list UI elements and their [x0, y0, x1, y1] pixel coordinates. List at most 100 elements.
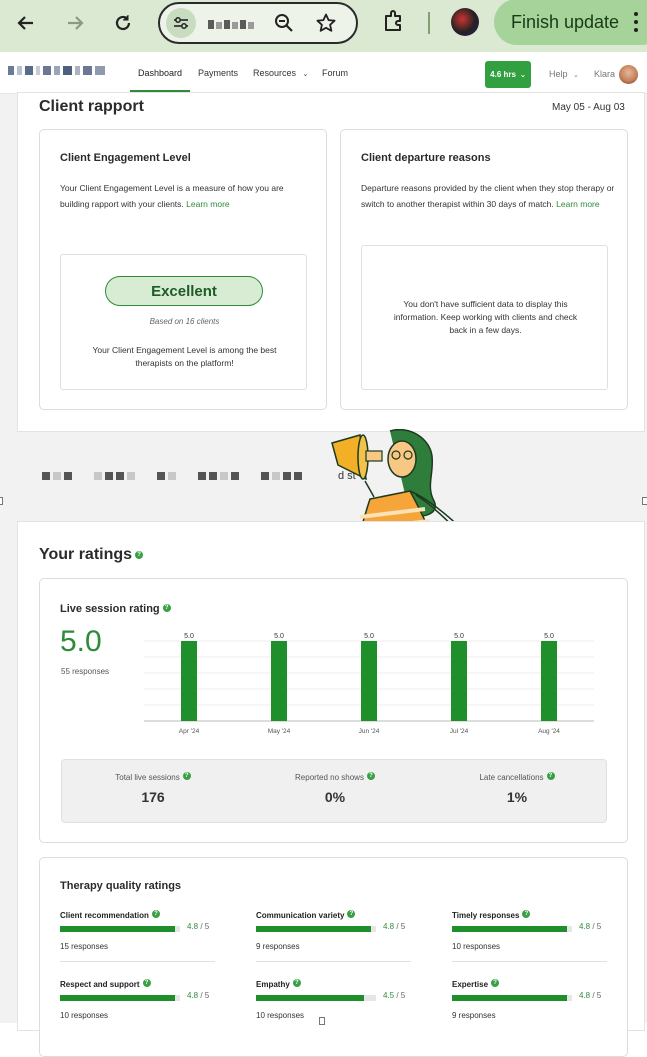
resize-handle[interactable] [642, 497, 647, 505]
x-tick-label: Jul '24 [450, 728, 469, 735]
nav-forum[interactable]: Forum [322, 68, 348, 78]
rating-label-text: Communication variety [256, 911, 345, 920]
chart-bar[interactable] [361, 641, 377, 721]
engagement-result-box: Excellent Based on 16 clients Your Clien… [60, 254, 307, 390]
nav-dashboard[interactable]: Dashboard [129, 68, 191, 93]
rating-bar-fill [256, 995, 364, 1001]
date-range: May 05 - Aug 03 [552, 102, 625, 113]
stat-value: 176 [141, 789, 165, 805]
help-menu[interactable]: Help ⌄ [549, 69, 579, 79]
reload-icon[interactable] [110, 10, 136, 36]
rating-bar [256, 926, 376, 932]
divider [452, 961, 607, 962]
rating-score: 4.8 / 5 [187, 991, 209, 1000]
user-avatar[interactable] [619, 65, 638, 84]
zoom-icon[interactable] [274, 13, 294, 38]
rating-label-text: Timely responses [452, 911, 520, 920]
rating-label: Communication variety? [256, 910, 411, 920]
stat-label: Reported no shows [295, 773, 364, 782]
chart-bar[interactable] [451, 641, 467, 721]
info-icon[interactable]: ? [522, 910, 531, 918]
engagement-level-badge: Excellent [105, 276, 263, 306]
extensions-icon[interactable] [382, 9, 406, 38]
rating-score: 4.8 / 5 [187, 922, 209, 931]
nav-resources-label: Resources [253, 68, 297, 78]
live-session-bar-chart: 5.0 Apr '24 5.0 May '24 5.0 Jun '24 5.0 Jul '24… [144, 633, 594, 735]
rating-score-denominator: / 5 [590, 991, 602, 1000]
x-tick-label: Apr '24 [179, 728, 200, 735]
learn-more-link[interactable]: Learn more [186, 199, 229, 209]
divider [60, 961, 215, 962]
data-label: 5.0 [544, 633, 554, 640]
ratings-title-text: Your ratings [39, 546, 133, 563]
rating-score-value: 4.5 [383, 991, 395, 1000]
chart-bar[interactable] [181, 641, 197, 721]
info-icon[interactable]: ? [182, 772, 191, 780]
finish-update-button[interactable]: Finish update [494, 0, 647, 45]
rating-bar [452, 995, 572, 1001]
chart-bar[interactable] [541, 641, 557, 721]
client-rapport-panel: Client rapport May 05 - Aug 03 Client En… [17, 92, 645, 432]
user-menu[interactable]: Klara [594, 69, 615, 79]
rating-score-denominator: / 5 [198, 991, 210, 1000]
stat-late-cancellations: Late cancellations? 1% [426, 772, 608, 805]
resize-handle[interactable] [0, 497, 3, 505]
info-icon[interactable]: ? [142, 979, 151, 987]
info-icon[interactable]: ? [162, 604, 171, 612]
based-on-text: Based on 16 clients [149, 317, 220, 326]
forward-icon[interactable] [62, 10, 88, 36]
divider [256, 961, 411, 962]
rating-label: Respect and support? [60, 979, 215, 989]
chevron-down-icon: ⌄ [302, 71, 309, 78]
departure-card: Client departure reasons Departure reaso… [340, 129, 628, 410]
info-icon[interactable]: ? [491, 979, 500, 987]
session-stats-box: Total live sessions? 176 Reported no sho… [61, 759, 607, 823]
info-icon[interactable]: ? [135, 551, 144, 559]
quality-rating-item: Expertise? 4.8 / 5 9 responses [452, 979, 607, 1020]
x-tick-label: Jun '24 [359, 728, 380, 735]
info-icon[interactable]: ? [546, 772, 555, 780]
response-count: 55 responses [61, 667, 110, 676]
rating-score-value: 4.8 [383, 922, 395, 931]
hours-dropdown[interactable]: 4.6 hrs ⌄ [485, 61, 531, 88]
rating-responses: 10 responses [60, 1011, 109, 1020]
live-session-card: Live session rating? 5.0 55 responses 5.… [39, 578, 628, 843]
menu-kebab-icon[interactable] [634, 12, 638, 32]
address-bar[interactable] [158, 2, 358, 44]
profile-avatar[interactable] [451, 8, 479, 36]
stat-total-sessions: Total live sessions? 176 [62, 772, 244, 805]
redacted-url [208, 20, 254, 29]
x-tick-label: Aug '24 [538, 728, 560, 735]
rating-bar [60, 995, 180, 1001]
rating-bar [60, 926, 180, 932]
rating-responses: 10 responses [256, 1011, 305, 1020]
app-navbar: Dashboard Payments Resources ⌄ Forum 4.6… [0, 52, 647, 94]
nav-payments[interactable]: Payments [198, 68, 238, 78]
rating-score: 4.8 / 5 [579, 991, 601, 1000]
chart-bar[interactable] [271, 641, 287, 721]
logo[interactable] [8, 66, 105, 75]
toolbar-separator [428, 12, 430, 34]
info-icon[interactable]: ? [151, 910, 160, 918]
card-title: Live session rating? [60, 603, 171, 615]
card-title: Therapy quality ratings [60, 880, 182, 892]
nav-resources[interactable]: Resources ⌄ [253, 68, 308, 78]
back-icon[interactable] [13, 10, 39, 36]
learn-more-link[interactable]: Learn more [556, 199, 599, 209]
resize-handle[interactable] [319, 1017, 325, 1025]
rating-label: Client recommendation? [60, 910, 215, 920]
rating-score-denominator: / 5 [590, 922, 602, 931]
rating-bar [256, 995, 376, 1001]
stat-label: Late cancellations [479, 773, 544, 782]
stat-value: 0% [324, 789, 346, 805]
info-icon[interactable]: ? [366, 772, 375, 780]
bookmark-star-icon[interactable] [316, 13, 336, 38]
data-label: 5.0 [454, 633, 464, 640]
info-icon[interactable]: ? [292, 979, 301, 987]
site-settings-icon[interactable] [166, 8, 196, 38]
rating-label-text: Respect and support [60, 980, 140, 989]
data-label: 5.0 [184, 633, 194, 640]
card-title: Client Engagement Level [60, 152, 191, 164]
rating-score: 4.8 / 5 [579, 922, 601, 931]
info-icon[interactable]: ? [347, 910, 356, 918]
